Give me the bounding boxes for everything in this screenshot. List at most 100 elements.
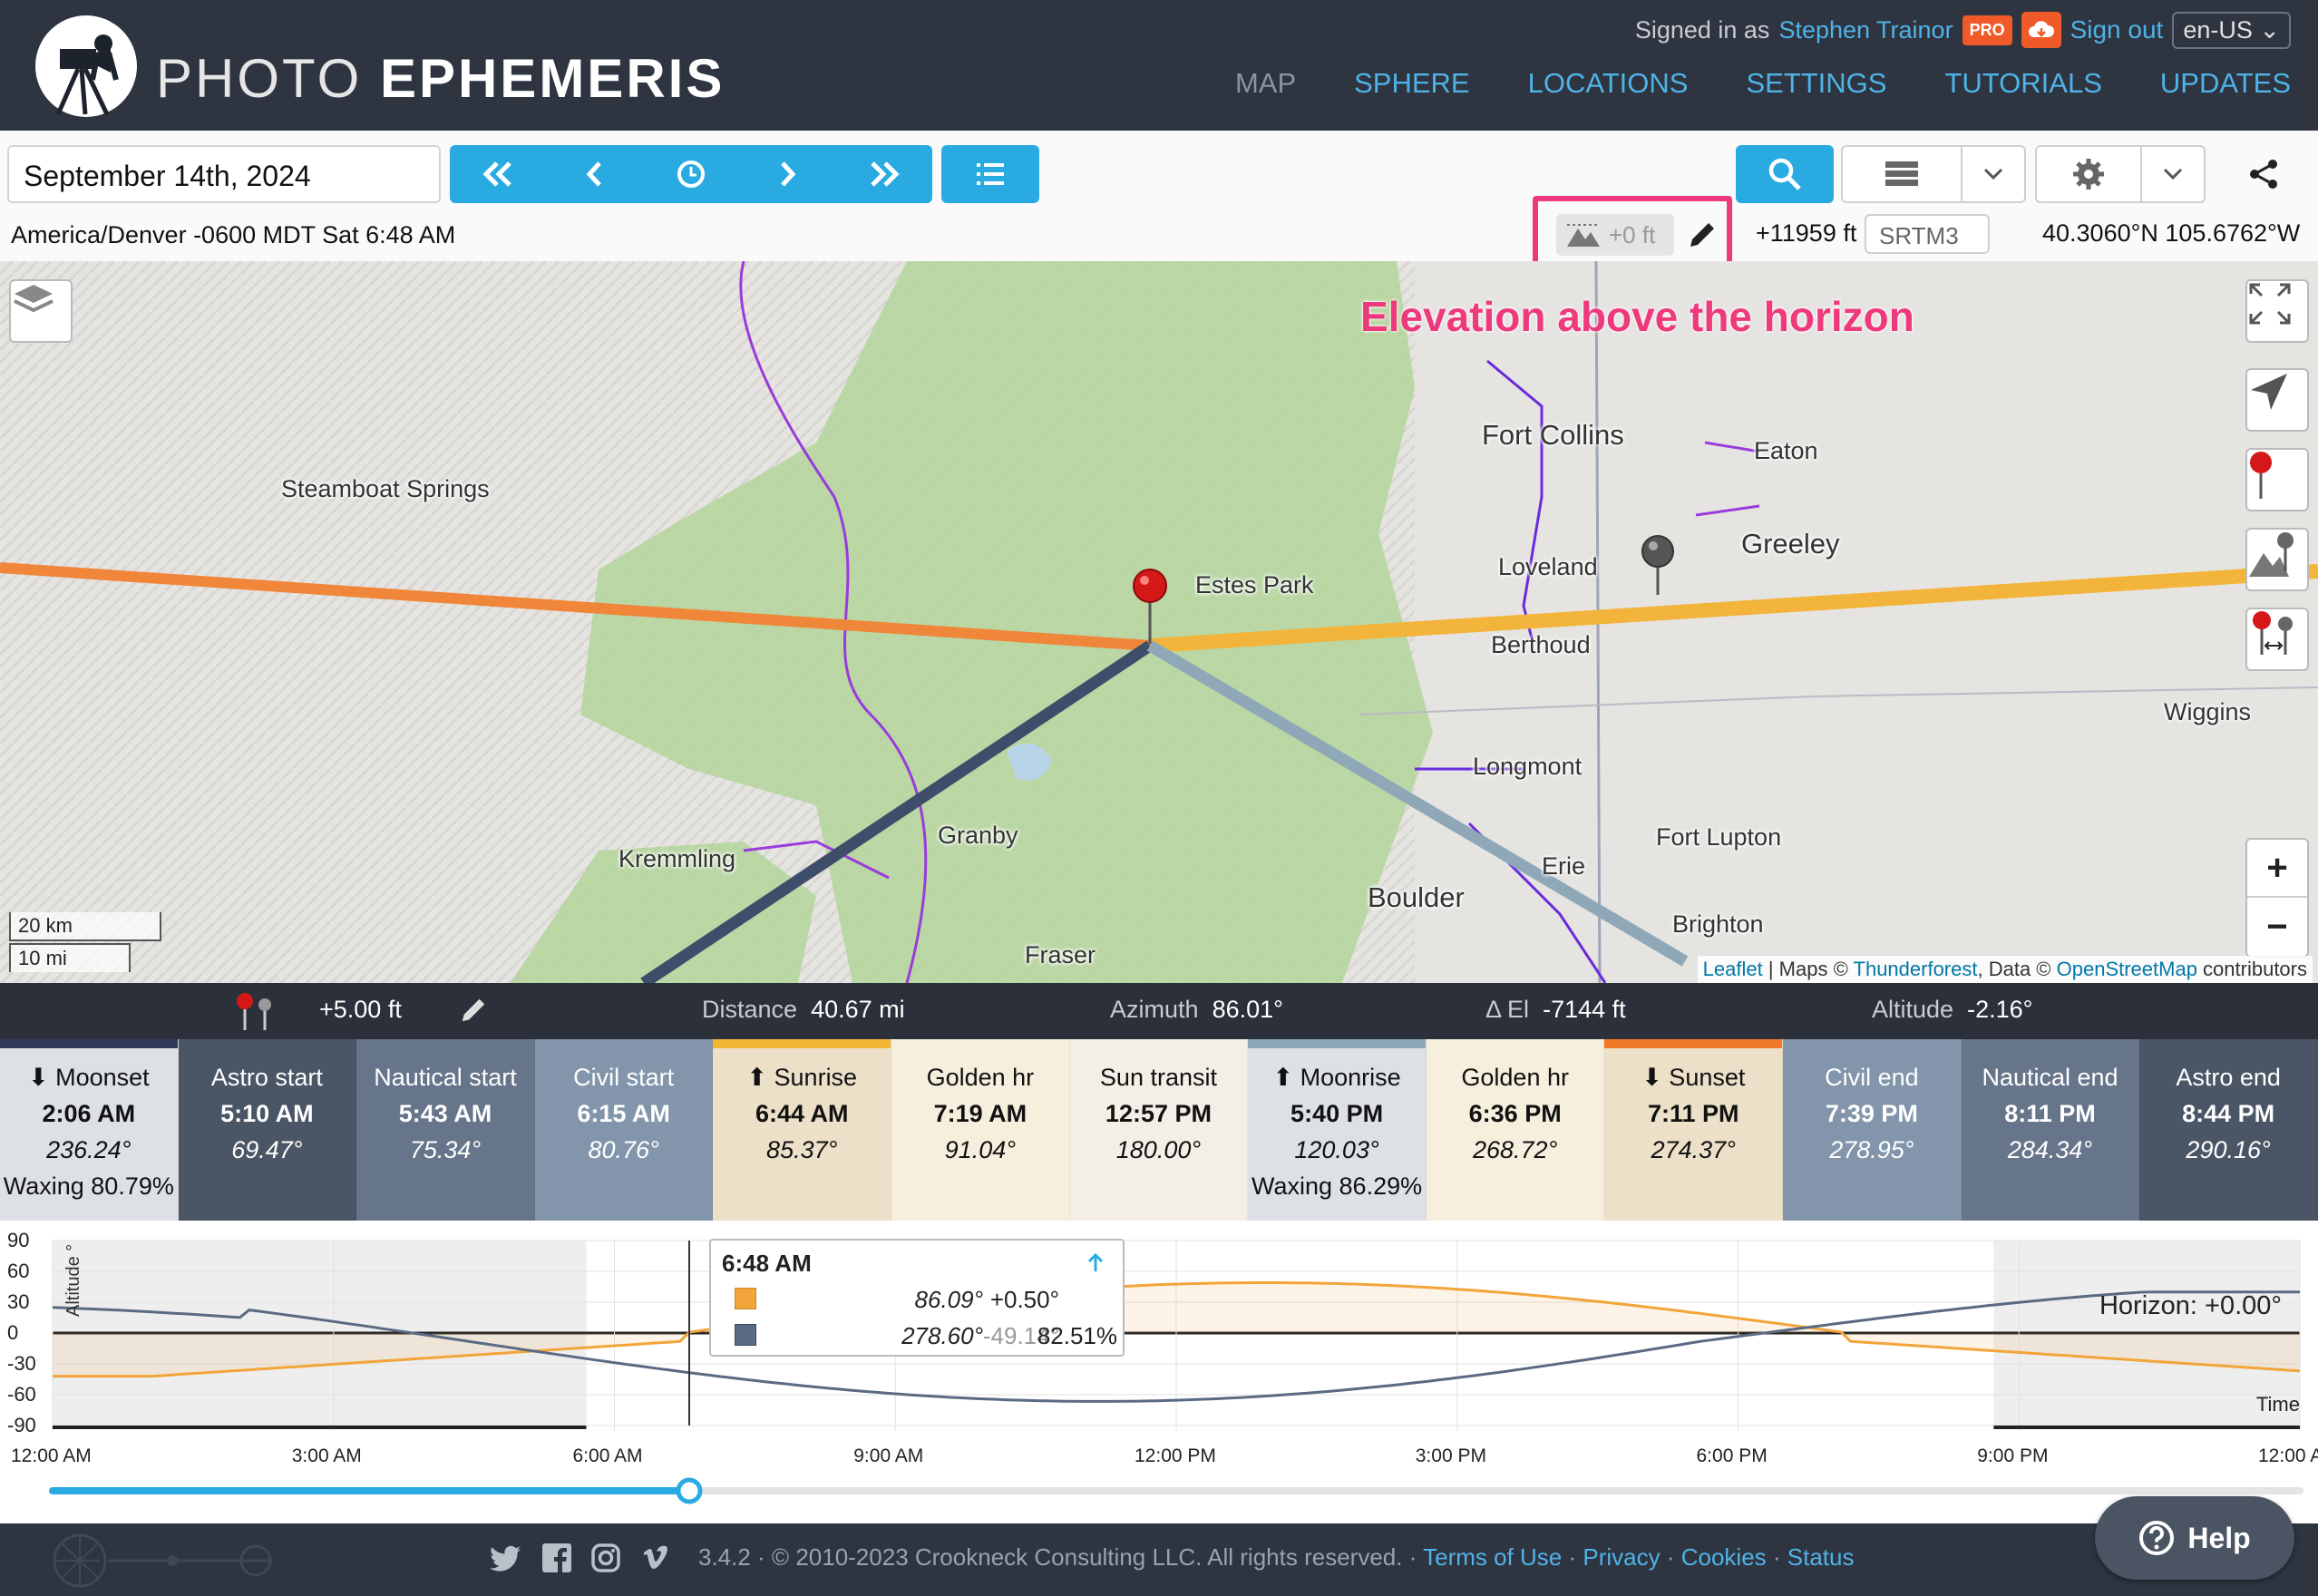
event-card[interactable]: ⬆ Sunrise 6:44 AM 85.37° [713,1039,892,1221]
nav-locations[interactable]: LOCATIONS [1528,67,1689,100]
event-color-bar [0,1039,178,1048]
timezone-line: America/Denver -0600 MDT Sat 6:48 AM [11,221,456,248]
settings-button[interactable] [2035,145,2142,203]
settings-dropdown-button[interactable] [2140,145,2206,203]
brand-title[interactable]: PHOTO EPHEMERIS [156,47,725,110]
nav-settings[interactable]: SETTINGS [1746,67,1886,100]
primary-pin-button[interactable] [2245,448,2309,511]
event-azimuth: 91.04° [944,1136,1017,1163]
layers-button[interactable] [1841,145,1963,203]
attribution-data: , Data © [1977,958,2057,980]
horizon-label: Horizon: +0.00° [2099,1291,2282,1320]
x-tick-label: 3:00 PM [1415,1445,1486,1466]
map-label-granby: Granby [938,822,1018,849]
forward-fast-button[interactable] [836,145,932,203]
event-card[interactable]: Nautical end 8:11 PM 284.34° [1961,1039,2140,1221]
cloud-sync-icon[interactable] [2021,12,2061,48]
event-card[interactable]: Astro start 5:10 AM 69.47° [178,1039,357,1221]
forward-button[interactable] [739,145,835,203]
mountain-pin-icon [2249,532,2294,577]
red-pin-icon [2250,452,2272,499]
share-button[interactable] [2240,151,2287,198]
sign-out-link[interactable]: Sign out [2070,15,2164,44]
brand-bold: EPHEMERIS [379,48,726,109]
event-time: 12:57 PM [1105,1100,1212,1127]
cookies-link[interactable]: Cookies [1681,1543,1767,1571]
twitter-icon[interactable] [490,1545,522,1572]
facebook-icon[interactable] [542,1543,571,1572]
y-tick-label: -30 [7,1352,36,1375]
event-card[interactable]: Golden hr 6:36 PM 268.72° [1426,1039,1605,1221]
layers-dropdown-button[interactable] [1961,145,2026,203]
layers-control[interactable] [9,279,73,343]
mountain-icon [1567,224,1600,247]
user-name-link[interactable]: Stephen Trainor [1778,16,1953,44]
x-tick-label: 6:00 AM [572,1445,643,1466]
dem-source-select[interactable]: SRTM3 ⌄ [1865,214,1990,277]
now-button[interactable] [643,145,739,203]
language-select[interactable]: en-US ⌄ [2172,11,2291,49]
date-input[interactable]: September 14th, 2024 [7,145,441,203]
expand-icon [2249,283,2291,325]
locate-button[interactable] [2245,368,2309,432]
distance-label: Distance [702,996,798,1023]
map-label-loveland: Loveland [1498,553,1598,580]
nav-sphere[interactable]: SPHERE [1354,67,1469,100]
altitude-chart[interactable]: 90 60 30 0 -30 -60 -90 12:00 AM 3:00 AM 6:00 AM 9… [0,1221,2318,1520]
thunderforest-link[interactable]: Thunderforest [1854,958,1978,980]
nav-updates[interactable]: UPDATES [2160,67,2291,100]
nav-tutorials[interactable]: TUTORIALS [1944,67,2101,100]
help-button[interactable]: Help [2095,1496,2294,1580]
event-azimuth: 69.47° [231,1136,303,1163]
scale-mi: 10 mi [9,943,131,972]
vimeo-icon[interactable] [642,1545,673,1572]
y-tick-label: -90 [7,1414,36,1436]
pencil-icon[interactable] [1687,219,1718,250]
time-slider-handle[interactable] [676,1477,703,1504]
delta-elevation: Δ El -7144 ft [1485,996,1626,1024]
map-label-wiggins: Wiggins [2164,698,2252,725]
privacy-link[interactable]: Privacy [1583,1543,1660,1571]
event-time: 2:06 AM [42,1100,136,1127]
event-card[interactable]: Golden hr 7:19 AM 91.04° [891,1039,1070,1221]
event-card[interactable]: ⬆ Moonrise 5:40 PM 120.03° Waxing 86.29% [1248,1039,1427,1221]
map-label-berthoud: Berthoud [1491,631,1591,658]
search-button[interactable] [1736,145,1834,203]
zoom-in-button[interactable]: + [2247,840,2307,898]
x-axis-label: Time [2255,1393,2300,1416]
event-card[interactable]: Nautical start 5:43 AM 75.34° [356,1039,535,1221]
status-link[interactable]: Status [1787,1543,1855,1571]
fullscreen-button[interactable] [2245,279,2309,343]
event-name: Golden hr [1461,1064,1569,1091]
osm-link[interactable]: OpenStreetMap [2057,958,2197,980]
clock-icon [677,161,705,188]
zoom-out-button[interactable]: − [2247,898,2307,956]
event-azimuth: 278.95° [1829,1136,1914,1163]
event-card[interactable]: ⬇ Sunset 7:11 PM 274.37° [1604,1039,1784,1221]
nav-map[interactable]: MAP [1235,67,1296,100]
map-label-brighton: Brighton [1672,910,1764,938]
pin-pair-icon [237,993,271,1030]
pencil-icon[interactable] [459,996,488,1025]
chevron-down-icon [1983,168,2003,180]
event-card[interactable]: ⬇ Moonset 2:06 AM 236.24° Waxing 80.79% [0,1039,179,1221]
map-view[interactable]: Elevation above the horizon Steamboat Sp… [0,261,2318,983]
event-card[interactable]: Civil end 7:39 PM 278.95° [1783,1039,1962,1221]
scale-bar: 20 km 10 mi [9,912,161,974]
search-icon [1768,158,1801,190]
horizon-elevation-toggle[interactable]: +0 ft [1556,214,1674,256]
pin-pair-button[interactable] [2245,608,2309,671]
event-card[interactable]: Astro end 8:44 PM 290.16° [2139,1039,2318,1221]
instagram-icon[interactable] [591,1543,620,1572]
pin-pair-icon [2253,611,2293,655]
terms-link[interactable]: Terms of Use [1423,1543,1562,1571]
chevron-right-icon [781,161,796,187]
event-card[interactable]: Sun transit 12:57 PM 180.00° [1069,1039,1249,1221]
back-button[interactable] [547,145,643,203]
event-card[interactable]: Civil start 6:15 AM 80.76° [534,1039,714,1221]
secondary-pin-button[interactable] [2245,528,2309,591]
list-button[interactable] [941,145,1039,203]
leaflet-link[interactable]: Leaflet [1703,958,1763,980]
event-azimuth: 236.24° [46,1136,131,1163]
back-fast-button[interactable] [450,145,546,203]
